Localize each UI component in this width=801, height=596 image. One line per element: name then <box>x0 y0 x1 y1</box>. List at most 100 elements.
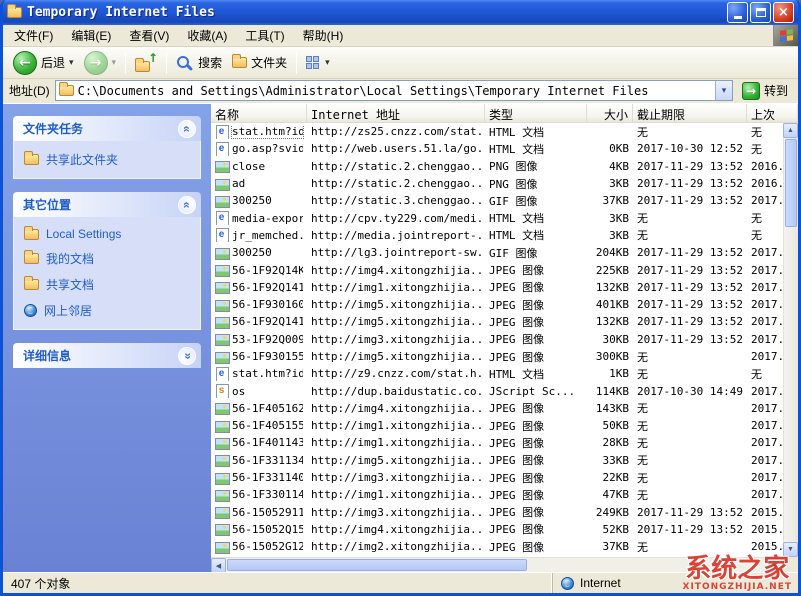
other-places-header[interactable]: 其它位置 « <box>13 192 201 217</box>
file-url: http://web.users.51.la/go... <box>311 142 485 156</box>
file-name-cell: 56-1F405162... <box>211 401 307 416</box>
column-header-last[interactable]: 上次 <box>747 104 798 122</box>
file-url: http://img1.xitongzhijia... <box>311 419 485 433</box>
file-expires: 2017-11-29 13:52 <box>637 522 743 536</box>
address-dropdown-button[interactable]: ▾ <box>714 81 732 100</box>
file-row[interactable]: 56-1F92Q14119 http://img1.xitongzhijia...… <box>211 279 798 296</box>
details-header[interactable]: 详细信息 « <box>13 343 201 368</box>
file-row[interactable]: go.asp?svid... http://web.users.51.la/go.… <box>211 140 798 157</box>
file-type: JPEG 图像 <box>489 333 545 347</box>
file-row[interactable]: close http://static.2.chenggao... PNG 图像 4K… <box>211 158 798 175</box>
collapse-chevron-icon[interactable]: « <box>178 119 196 138</box>
file-row[interactable]: stat.htm?id... http://z9.cnzz.com/stat.h.… <box>211 365 798 382</box>
file-expires: 无 <box>637 488 648 502</box>
scroll-up-icon[interactable]: ▲ <box>783 123 798 138</box>
file-row[interactable]: 56-1F92Q14K4 http://img4.xitongzhijia... J… <box>211 261 798 278</box>
address-input[interactable]: C:\Documents and Settings\Administrator\… <box>54 80 733 101</box>
file-row[interactable]: 56-1F331134... http://img5.xitongzhijia..… <box>211 452 798 469</box>
vertical-scroll-thumb[interactable] <box>785 139 797 227</box>
column-header-url[interactable]: Internet 地址 <box>307 104 485 122</box>
scroll-left-icon[interactable]: ◀ <box>211 558 226 572</box>
sidebar-item-folder[interactable]: Local Settings <box>24 225 190 241</box>
file-row[interactable]: stat.htm?id... http://zs25.cnzz.com/stat.… <box>211 123 798 140</box>
close-button[interactable]: × <box>773 2 794 23</box>
column-header-size[interactable]: 大小 <box>587 104 633 122</box>
file-row[interactable]: jr_memched... http://media.jointreport-..… <box>211 227 798 244</box>
file-url: http://img4.xitongzhijia... <box>311 263 485 277</box>
minimize-button[interactable] <box>727 2 748 23</box>
file-name-cell: 56-1F930155238 <box>211 350 307 364</box>
file-row[interactable]: media-expor... http://cpv.ty229.com/medi.… <box>211 209 798 226</box>
file-row[interactable]: 56-1F92Q14119 http://img5.xitongzhijia...… <box>211 313 798 330</box>
file-type: JPEG 图像 <box>489 454 545 468</box>
file-row[interactable]: 300250 http://lg3.jointreport-sw... GIF 图像… <box>211 244 798 261</box>
file-row[interactable]: 300250 http://static.3.chenggao... GIF 图像 3… <box>211 192 798 209</box>
horizontal-scroll-thumb[interactable] <box>227 559 527 571</box>
file-type: JPEG 图像 <box>489 419 545 433</box>
file-row[interactable]: 56-15052G12... http://img2.xitongzhijia..… <box>211 538 798 555</box>
file-row[interactable]: 53-1F92Q009... http://img3.xitongzhijia..… <box>211 331 798 348</box>
file-expires: 2017-11-29 13:52 <box>637 298 743 312</box>
file-row[interactable]: os http://dup.baidustatic.co... JScript Sc… <box>211 382 798 399</box>
column-header-expires[interactable]: 截止期限 <box>633 104 747 122</box>
menu-item[interactable]: 收藏(A) <box>178 25 236 46</box>
file-row[interactable]: 56-1F405155... http://img1.xitongzhijia..… <box>211 417 798 434</box>
folder-icon <box>24 225 39 240</box>
file-row[interactable]: 56-15052Q15... http://img4.xitongzhijia..… <box>211 521 798 538</box>
go-button[interactable]: → 转到 <box>738 81 792 100</box>
file-name: 56-15052Q15... <box>232 522 303 536</box>
sidebar-item-my-documents[interactable]: 我的文档 <box>24 250 190 267</box>
file-row[interactable]: 56-1F401143... http://img1.xitongzhijia..… <box>211 434 798 451</box>
titlebar[interactable]: Temporary Internet Files × <box>3 0 798 25</box>
back-button[interactable]: ← 后退 ▾ <box>9 48 78 78</box>
file-expires: 2017-11-29 13:52 <box>637 315 743 329</box>
file-name: 53-1F92Q009... <box>232 332 303 346</box>
file-size: 37KB <box>602 194 630 208</box>
file-row[interactable]: ad http://static.2.chenggao... PNG 图像 3KB 20… <box>211 175 798 192</box>
collapse-chevron-icon[interactable]: « <box>178 195 196 214</box>
sidebar-item-shared-documents[interactable]: 共享文档 <box>24 276 190 293</box>
file-size: 30KB <box>602 332 630 346</box>
scroll-right-icon[interactable]: ▶ <box>768 558 783 572</box>
sidebar-item-share-folder[interactable]: 共享此文件夹 <box>24 151 190 168</box>
menu-item[interactable]: 查看(V) <box>120 25 178 46</box>
folder-tasks-header[interactable]: 文件夹任务 « <box>13 116 201 141</box>
up-button[interactable]: ↑ <box>131 51 161 75</box>
sidebar-item-label: Local Settings <box>46 227 122 241</box>
js-file-icon <box>214 384 229 399</box>
column-header-name[interactable]: 名称 <box>211 104 307 122</box>
html-file-icon <box>214 228 229 243</box>
file-row[interactable]: 56-1F330114... http://img1.xitongzhijia..… <box>211 486 798 503</box>
file-url: http://img3.xitongzhijia... <box>311 471 485 485</box>
menu-item[interactable]: 编辑(E) <box>62 25 120 46</box>
file-row[interactable]: 56-1F930160J3 http://img5.xitongzhijia...… <box>211 296 798 313</box>
file-row[interactable]: 56-15052911... http://img3.xitongzhijia..… <box>211 504 798 521</box>
views-button[interactable]: ▾ <box>302 53 334 72</box>
forward-button[interactable]: → ▾ <box>80 48 121 78</box>
file-size: 132KB <box>595 315 629 329</box>
file-name: 56-1F401143... <box>232 436 303 450</box>
back-dropdown-icon[interactable]: ▾ <box>69 57 74 68</box>
scroll-down-icon[interactable]: ▼ <box>783 542 798 557</box>
jpeg-file-icon <box>214 401 230 416</box>
menu-item[interactable]: 文件(F) <box>5 25 62 46</box>
file-expires: 2017-11-29 13:52 <box>637 332 743 346</box>
file-row[interactable]: 56-1F405162... http://img4.xitongzhijia..… <box>211 400 798 417</box>
expand-chevron-icon[interactable]: « <box>178 346 196 365</box>
sidebar-item-network-places[interactable]: 网上邻居 <box>24 302 190 319</box>
statusbar: 407 个对象 Internet <box>3 572 798 593</box>
menu-item[interactable]: 帮助(H) <box>294 25 353 46</box>
maximize-button[interactable] <box>750 2 771 23</box>
horizontal-scrollbar[interactable]: ◀ ▶ <box>211 557 783 572</box>
file-row[interactable]: 56-1F331140... http://img3.xitongzhijia..… <box>211 469 798 486</box>
file-expires: 无 <box>637 350 648 364</box>
jpeg-file-icon <box>214 505 230 520</box>
search-button[interactable]: 搜索 <box>172 51 226 74</box>
folders-button[interactable]: 文件夹 <box>228 51 291 74</box>
menu-item[interactable]: 工具(T) <box>236 25 293 46</box>
views-dropdown-icon[interactable]: ▾ <box>325 57 330 68</box>
vertical-scrollbar[interactable]: ▲ ▼ <box>783 123 798 557</box>
column-header-type[interactable]: 类型 <box>485 104 587 122</box>
file-row[interactable]: 56-1F930155238 http://img5.xitongzhijia..… <box>211 348 798 365</box>
toolbar-separator <box>125 51 127 74</box>
